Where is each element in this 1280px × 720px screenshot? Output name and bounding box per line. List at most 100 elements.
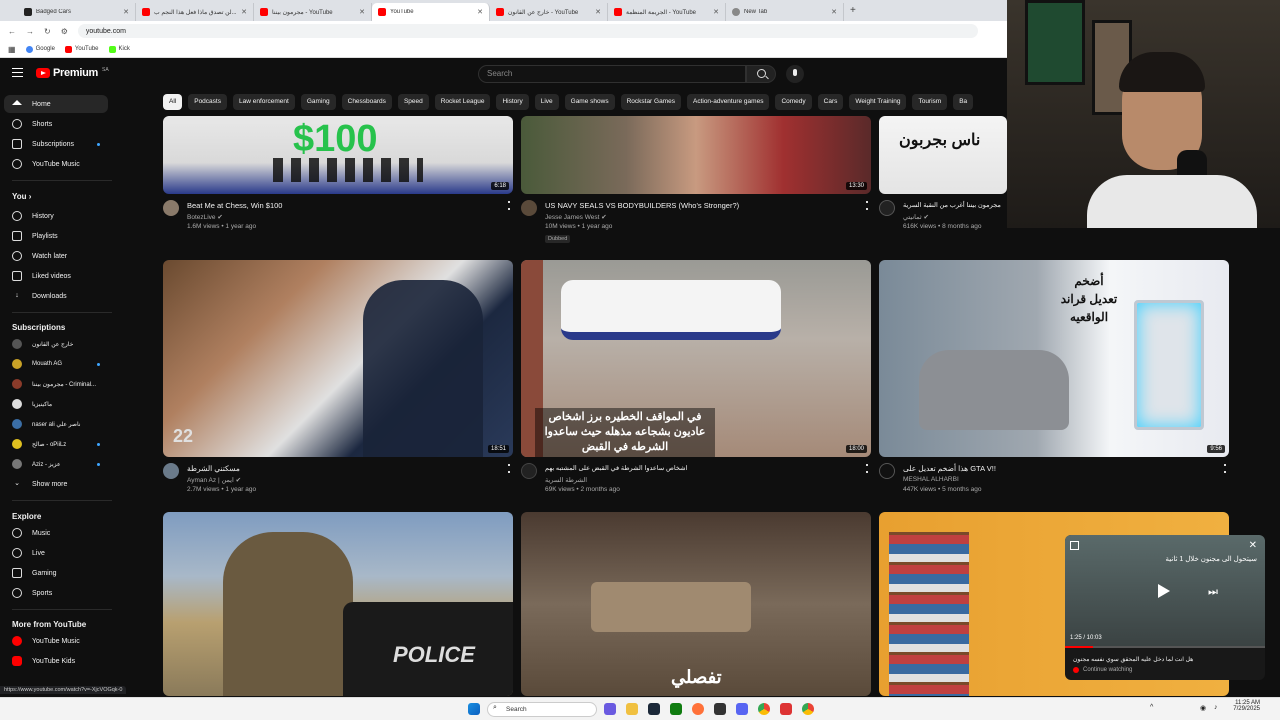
chip-history[interactable]: History <box>496 94 529 110</box>
mini-player[interactable]: ✕ سيتحول الى مجنون خلال 1 ثانية ⏭ 1:25 /… <box>1065 535 1265 680</box>
expand-icon[interactable] <box>1070 541 1079 550</box>
system-tray-chevron-icon[interactable]: ^ <box>1150 704 1153 711</box>
sidebar-item-live[interactable]: Live <box>4 544 108 562</box>
chip-rocket-league[interactable]: Rocket League <box>434 94 491 110</box>
browser-tab[interactable]: New Tab ✕ <box>726 3 844 21</box>
continue-watching[interactable]: Continue watching <box>1073 667 1132 673</box>
file-explorer-icon[interactable] <box>626 703 638 715</box>
video-title[interactable]: اشخاص ساعدوا الشرطة في القبض على المشتبه… <box>545 464 687 472</box>
search-input[interactable]: Search <box>478 65 746 83</box>
next-icon[interactable]: ⏭ <box>1208 586 1218 599</box>
close-tab-icon[interactable]: ✕ <box>241 8 247 16</box>
browser-tab[interactable]: لن تصدق ماذا فعل هذا النجم ب... ✕ <box>136 3 254 21</box>
network-icon[interactable]: ◉ <box>1200 704 1206 712</box>
new-tab-plus-icon[interactable]: + <box>850 5 856 16</box>
browser-tab[interactable]: خارج عن القانون - YouTube ✕ <box>490 3 608 21</box>
video-title[interactable]: Beat Me at Chess, Win $100 <box>187 201 282 210</box>
video-thumbnail[interactable]: في المواقف الخطيره برز اشخاص عاديون بشجا… <box>521 260 871 457</box>
more-options-icon[interactable] <box>1224 464 1226 473</box>
sidebar-item-youtube-music[interactable]: YouTube Music <box>4 155 108 173</box>
show-more-button[interactable]: ⌄ Show more <box>4 475 108 493</box>
sidebar-item-youtube-music-app[interactable]: YouTube Music <box>4 632 108 650</box>
channel-name[interactable]: ثمانيتي ✔ <box>903 213 929 221</box>
reload-icon[interactable]: ↻ <box>44 27 51 36</box>
volume-icon[interactable]: ♪ <box>1214 704 1218 711</box>
sidebar-item-home[interactable]: Home <box>4 95 108 113</box>
firefox-icon[interactable] <box>692 703 704 715</box>
chrome-profile-icon[interactable] <box>802 703 814 715</box>
channel-name[interactable]: الشرطة السرية <box>545 476 587 484</box>
clock[interactable]: 11:25 AM 7/29/2025 <box>1232 700 1260 712</box>
browser-tab[interactable]: الجريمة المنظمة - YouTube ✕ <box>608 3 726 21</box>
video-title[interactable]: مسكتني الشرطة <box>187 464 240 473</box>
subscription-channel[interactable]: مجرمون بيننا - Criminal... <box>4 375 108 393</box>
close-tab-icon[interactable]: ✕ <box>595 8 601 16</box>
channel-avatar[interactable] <box>163 463 179 479</box>
xbox-icon[interactable] <box>670 703 682 715</box>
sidebar-item-youtube-kids[interactable]: YouTube Kids <box>4 652 108 670</box>
close-tab-icon[interactable]: ✕ <box>713 8 719 16</box>
chip-action-adventure-games[interactable]: Action-adventure games <box>686 94 770 110</box>
sidebar-item-music[interactable]: Music <box>4 524 108 542</box>
more-options-icon[interactable] <box>866 464 868 473</box>
close-tab-icon[interactable]: ✕ <box>123 8 129 16</box>
chip-tourism[interactable]: Tourism <box>912 94 948 110</box>
forward-icon[interactable]: → <box>26 27 34 36</box>
close-tab-icon[interactable]: ✕ <box>831 8 837 16</box>
subscription-channel[interactable]: naser ali ناصر علي <box>4 415 108 433</box>
apps-grid-icon[interactable]: ▦ <box>8 45 16 54</box>
bookmark-google[interactable]: Google <box>25 45 55 53</box>
subscription-channel[interactable]: Mouath AG <box>4 355 108 373</box>
video-title[interactable]: US NAVY SEALS VS BODYBUILDERS (Who's Str… <box>545 201 739 210</box>
sidebar-item-liked-videos[interactable]: Liked videos <box>4 267 108 285</box>
channel-name[interactable]: Ayman Az | ايمن ✔ <box>187 476 241 484</box>
discord-icon[interactable] <box>736 703 748 715</box>
video-title[interactable]: هذا أضخم تعديل على GTA V!! <box>903 464 996 473</box>
chip-all[interactable]: All <box>163 94 183 110</box>
video-thumbnail[interactable]: 13:30 <box>521 116 871 194</box>
chip-comedy[interactable]: Comedy <box>775 94 812 110</box>
browser-tab-active[interactable]: YouTube ✕ <box>372 3 490 21</box>
browser-tab[interactable]: Badged Cars ✕ <box>18 3 136 21</box>
channel-name[interactable]: Jesse James West ✔ <box>545 213 607 221</box>
close-icon[interactable]: ✕ <box>1249 540 1257 551</box>
youtube-logo[interactable]: Premium SA <box>36 67 109 79</box>
progress-bar[interactable] <box>1065 646 1265 648</box>
channel-name[interactable]: MESHAL ALHARBI <box>903 476 959 483</box>
chip-live[interactable]: Live <box>534 94 559 110</box>
chip-ba[interactable]: Ba <box>953 94 974 110</box>
chip-weight-training[interactable]: Weight Training <box>849 94 907 110</box>
bookmark-youtube[interactable]: YouTube <box>64 45 99 53</box>
back-icon[interactable]: ← <box>8 27 16 36</box>
chrome-icon[interactable] <box>758 703 770 715</box>
video-thumbnail[interactable]: $100 6:18 <box>163 116 513 194</box>
chip-chessboards[interactable]: Chessboards <box>341 94 392 110</box>
sidebar-item-gaming[interactable]: Gaming <box>4 564 108 582</box>
more-options-icon[interactable] <box>508 201 510 210</box>
channel-name[interactable]: BotezLive ✔ <box>187 213 223 221</box>
site-info-icon[interactable]: ⚙ <box>61 27 68 36</box>
hamburger-menu-icon[interactable] <box>12 68 23 77</box>
windows-start-icon[interactable] <box>468 703 480 715</box>
sidebar-item-watch-later[interactable]: Watch later <box>4 247 108 265</box>
taskbar-search-input[interactable]: Search <box>487 702 597 717</box>
task-view-icon[interactable] <box>604 703 616 715</box>
channel-avatar[interactable] <box>521 463 537 479</box>
app-red-icon[interactable] <box>780 703 792 715</box>
sidebar-item-shorts[interactable]: Shorts <box>4 115 108 133</box>
channel-avatar[interactable] <box>521 200 537 216</box>
more-options-icon[interactable] <box>866 201 868 210</box>
subscription-channel[interactable]: صالح - oPiiLz <box>4 435 108 453</box>
chip-cars[interactable]: Cars <box>817 94 844 110</box>
sidebar-item-downloads[interactable]: ↓ Downloads <box>4 287 108 305</box>
sidebar-item-sports[interactable]: Sports <box>4 584 108 602</box>
video-thumbnail[interactable]: تفصلي <box>521 512 871 696</box>
close-tab-icon[interactable]: ✕ <box>477 8 483 16</box>
channel-avatar[interactable] <box>879 200 895 216</box>
browser-tab[interactable]: مجرمون بيننا - YouTube ✕ <box>254 3 372 21</box>
video-thumbnail[interactable]: أضخم تعديل قراند الواقعيه 9:56 <box>879 260 1229 457</box>
more-options-icon[interactable] <box>508 464 510 473</box>
chip-podcasts[interactable]: Podcasts <box>188 94 227 110</box>
chip-game-shows[interactable]: Game shows <box>564 94 615 110</box>
mini-player-video[interactable]: ✕ سيتحول الى مجنون خلال 1 ثانية ⏭ 1:25 /… <box>1065 535 1265 648</box>
